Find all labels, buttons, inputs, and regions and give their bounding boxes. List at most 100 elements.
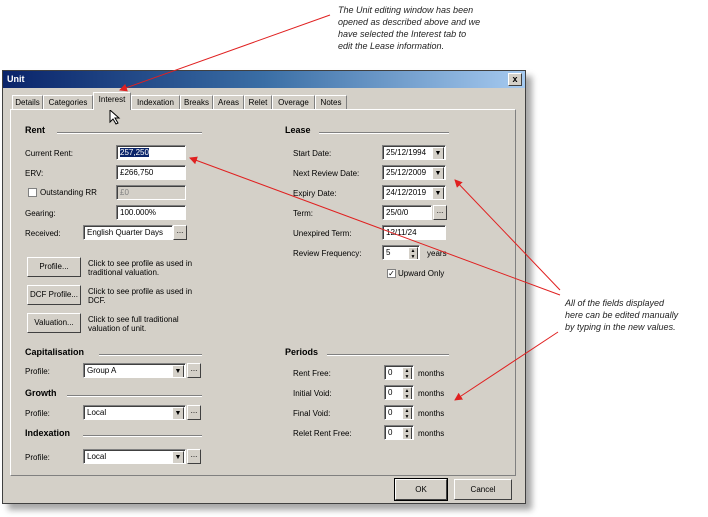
outstanding-rr-field[interactable]: £0 [116,185,186,200]
indexation-ellipsis-button[interactable]: ... [187,449,201,464]
growth-heading: Growth [25,388,57,398]
rent-heading: Rent [25,125,45,135]
period-label: Relet Rent Free: [293,429,352,438]
chevron-down-icon[interactable]: ▼ [432,147,444,159]
review-frequency-spinner[interactable]: 5 ▲ ▼ [382,245,420,260]
growth-profile-label: Profile: [25,409,50,418]
tab-indexation[interactable]: Indexation [131,95,180,109]
months-label: months [418,429,445,438]
spin-down-icon[interactable]: ▼ [403,394,411,399]
capitalisation-heading: Capitalisation [25,347,85,357]
tab-interest[interactable]: Interest [93,92,131,110]
chevron-down-icon[interactable]: ▼ [432,187,444,199]
description-line: Click to see profile as used in [88,287,193,296]
received-field[interactable]: English Quarter Days [83,225,173,240]
term-field[interactable]: 25/0/0 [382,205,432,220]
valuation-description: Click to see full traditional valuation … [88,315,179,333]
cancel-button[interactable]: Cancel [454,479,512,500]
window-title: Unit [7,74,25,84]
growth-ellipsis-button[interactable]: ... [187,405,201,420]
current-rent-field[interactable]: 257,250 [116,145,186,160]
review-frequency-value: 5 [386,248,391,257]
tab-details[interactable]: Details [12,95,43,109]
capitalisation-ellipsis-button[interactable]: ... [187,363,201,378]
next-review-date-picker[interactable]: 25/12/2009 ▼ [382,165,446,180]
tab-areas[interactable]: Areas [213,95,244,109]
annotation-line: here can be edited manually [565,310,679,320]
capitalisation-profile-value: Group A [87,366,117,375]
tab-notes[interactable]: Notes [315,95,347,109]
spinner-buttons[interactable]: ▲ ▼ [402,427,412,439]
unexpired-term-field[interactable]: 12/11/24 [382,225,446,240]
divider [83,435,202,437]
growth-profile-value: Local [87,408,107,417]
lease-heading: Lease [285,125,311,135]
chevron-down-icon[interactable]: ▼ [172,365,184,377]
spinner-buttons[interactable]: ▲ ▼ [402,407,412,419]
unexpired-term-label: Unexpired Term: [293,229,352,238]
dcf-description: Click to see profile as used in DCF. [88,287,192,305]
periods-heading: Periods [285,347,319,357]
valuation-button[interactable]: Valuation... [27,313,81,333]
growth-profile-select[interactable]: Local ▼ [83,405,186,420]
divider [327,354,449,356]
annotation-line: by typing in the new values. [565,322,676,332]
period-label: Rent Free: [293,369,331,378]
description-line: valuation of unit. [88,324,147,333]
next-review-date-value: 25/12/2009 [386,168,427,177]
term-label: Term: [293,209,313,218]
current-rent-value: 257,250 [120,148,149,157]
title-bar[interactable]: Unit x [3,71,525,88]
initial-void-spinner[interactable]: 0 ▲ ▼ [384,385,414,400]
spinner-buttons[interactable]: ▲ ▼ [402,367,412,379]
dcf-profile-button[interactable]: DCF Profile... [27,285,81,305]
spin-down-icon[interactable]: ▼ [403,414,411,419]
chevron-down-icon[interactable]: ▼ [172,451,184,463]
start-date-picker[interactable]: 25/12/1994 ▼ [382,145,446,160]
ok-button[interactable]: OK [394,478,448,501]
spin-down-icon[interactable]: ▼ [403,434,411,439]
term-ellipsis-button[interactable]: ... [433,205,447,220]
indexation-heading: Indexation [25,428,71,438]
annotation-right: All of the fields displayed here can be … [565,297,705,333]
capitalisation-profile-select[interactable]: Group A ▼ [83,363,186,378]
divider [319,132,449,134]
spin-down-icon[interactable]: ▼ [409,254,417,259]
expiry-date-picker[interactable]: 24/12/2019 ▼ [382,185,446,200]
months-label: months [418,409,445,418]
chevron-down-icon[interactable]: ▼ [432,167,444,179]
tab-breaks[interactable]: Breaks [180,95,213,109]
spinner-buttons[interactable]: ▲ ▼ [408,247,418,259]
rent-free-spinner[interactable]: 0 ▲ ▼ [384,365,414,380]
received-ellipsis-button[interactable]: ... [173,225,187,240]
period-value: 0 [388,428,393,437]
period-label: Initial Void: [293,389,332,398]
tab-categories[interactable]: Categories [43,95,93,109]
start-date-label: Start Date: [293,149,332,158]
divider [99,354,202,356]
upward-only-checkbox[interactable]: ✓ [387,269,396,278]
spinner-buttons[interactable]: ▲ ▼ [402,387,412,399]
expiry-date-value: 24/12/2019 [386,188,427,197]
upward-only-label: Upward Only [398,269,445,278]
chevron-down-icon[interactable]: ▼ [172,407,184,419]
outstanding-rr-checkbox[interactable] [28,188,37,197]
annotation-line: have selected the Interest tab to [338,29,467,39]
gearing-field[interactable]: 100.000% [116,205,186,220]
annotation-line: opened as described above and we [338,17,481,27]
close-button[interactable]: x [508,73,522,86]
current-rent-label: Current Rent: [25,149,74,158]
tab-relet[interactable]: Relet [244,95,272,109]
final-void-spinner[interactable]: 0 ▲ ▼ [384,405,414,420]
spin-down-icon[interactable]: ▼ [403,374,411,379]
annotation-line: edit the Lease information. [338,41,445,51]
tab-overage[interactable]: Overage [272,95,315,109]
profile-button[interactable]: Profile... [27,257,81,277]
indexation-profile-select[interactable]: Local ▼ [83,449,186,464]
profile-description: Click to see profile as used in traditio… [88,259,192,277]
erv-field[interactable]: £266,750 [116,165,186,180]
period-value: 0 [388,368,393,377]
relet-rent-free-spinner[interactable]: 0 ▲ ▼ [384,425,414,440]
months-label: months [418,369,445,378]
gearing-label: Gearing: [25,209,56,218]
